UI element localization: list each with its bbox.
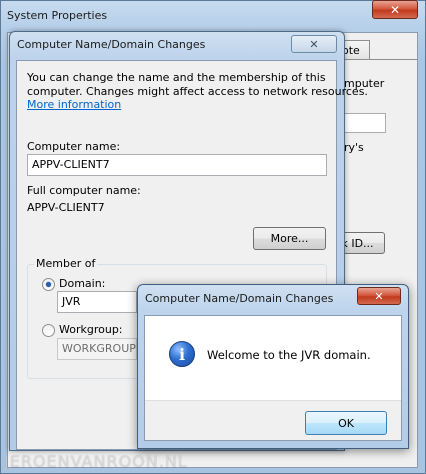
system-properties-title: System Properties	[7, 9, 108, 22]
more-button[interactable]: More...	[253, 227, 326, 250]
ys-label-fragment: ry's	[344, 141, 364, 154]
computer-name-input[interactable]: APPV-CLIENT7	[27, 154, 327, 176]
more-information-link[interactable]: More information	[27, 98, 121, 111]
system-properties-close-button[interactable]: ✕	[372, 0, 418, 19]
workgroup-input[interactable]: WORKGROUP	[57, 338, 137, 360]
full-computer-name-label: Full computer name:	[27, 184, 141, 197]
computer-name-dialog-title: Computer Name/Domain Changes	[17, 38, 206, 51]
close-icon: ✕	[372, 0, 418, 19]
full-computer-name-value: APPV-CLIENT7	[27, 201, 105, 214]
more-button-label: More...	[270, 232, 309, 245]
radio-selected-dot	[46, 282, 51, 287]
ok-button-label: OK	[338, 416, 354, 430]
info-icon: i	[169, 341, 195, 367]
domain-label: Domain:	[59, 277, 106, 290]
computer-name-label: Computer name:	[27, 140, 121, 153]
welcome-message: Welcome to the JVR domain.	[207, 348, 371, 362]
close-icon: ✕	[374, 289, 384, 303]
description-line-2: computer. Changes might affect access to…	[27, 85, 368, 98]
computer-name-dialog-close-button[interactable]: ✕	[291, 35, 337, 53]
network-id-button-label: k ID...	[341, 236, 374, 250]
watermark-text: JEROENVANROON.NL	[4, 452, 188, 471]
welcome-dialog-close-button[interactable]: ✕	[357, 287, 401, 305]
member-of-legend: Member of	[34, 257, 98, 270]
ok-button[interactable]: OK	[305, 411, 387, 435]
workgroup-label: Workgroup:	[59, 323, 123, 336]
domain-input[interactable]: JVR	[57, 291, 137, 313]
welcome-dialog-title: Computer Name/Domain Changes	[145, 292, 334, 305]
close-icon: ✕	[309, 37, 319, 51]
domain-radio[interactable]	[42, 278, 55, 291]
description-line-1: You can change the name and the membersh…	[27, 71, 326, 84]
info-icon-glyph: i	[178, 344, 186, 364]
computer-description-field[interactable]	[344, 113, 386, 133]
workgroup-radio[interactable]	[42, 324, 55, 337]
